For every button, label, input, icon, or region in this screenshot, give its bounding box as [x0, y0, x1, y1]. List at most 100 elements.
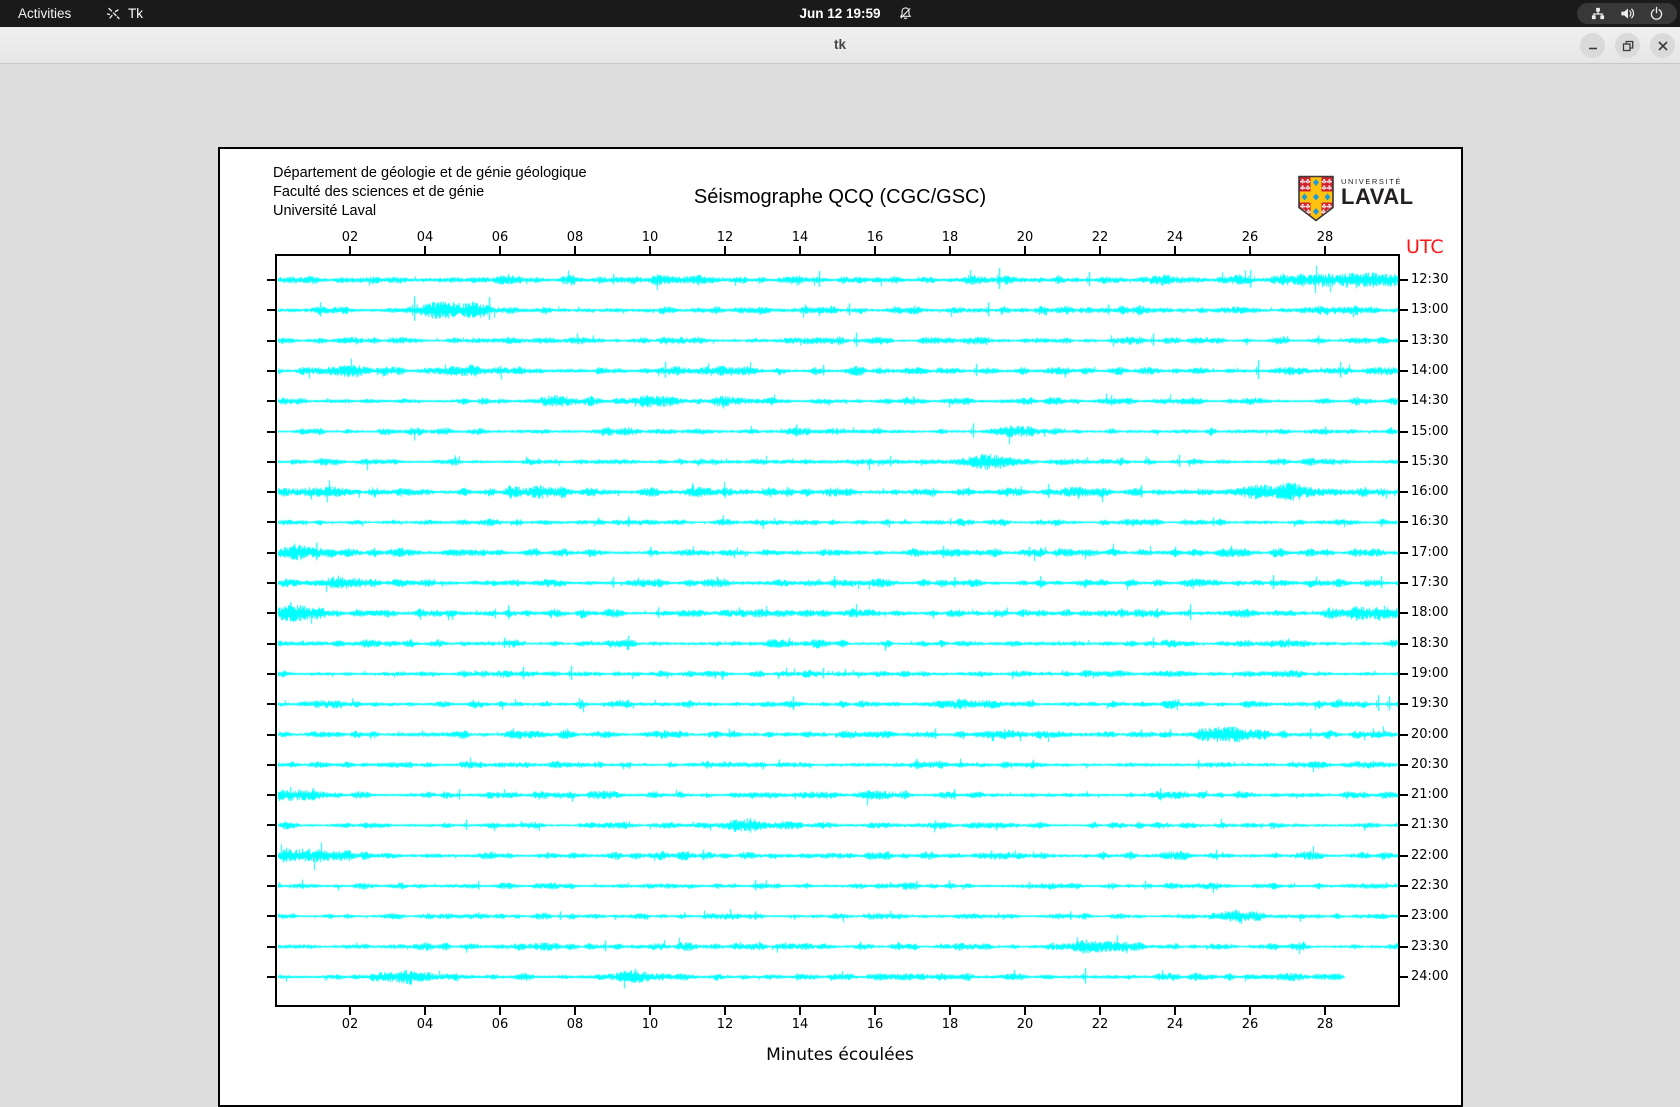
row-tick-left: [267, 339, 275, 342]
restore-icon: [1622, 40, 1633, 51]
x-tick-label-bottom: 16: [866, 1017, 884, 1032]
row-time-label: 22:00: [1411, 847, 1449, 863]
x-tick-label-bottom: 12: [716, 1017, 734, 1032]
laval-wordmark-large: LAVAL: [1341, 184, 1414, 209]
tk-icon: [106, 7, 120, 20]
window-titlebar[interactable]: tk: [0, 27, 1680, 64]
seismogram-traces: [275, 254, 1400, 1007]
clock[interactable]: Jun 12 19:59: [799, 0, 880, 27]
row-tick-left: [267, 612, 275, 615]
row-time-label: 21:30: [1411, 817, 1449, 833]
row-tick-right: [1400, 915, 1408, 918]
row-tick-left: [267, 885, 275, 887]
department-header: Département de géologie et de génie géol…: [273, 164, 587, 221]
row-time-label: 19:30: [1411, 696, 1449, 712]
x-tick-label-bottom: 26: [1241, 1017, 1259, 1032]
row-time-label: 17:30: [1411, 575, 1449, 590]
x-tick-top: [949, 246, 951, 254]
row-time-label: 15:30: [1411, 453, 1449, 469]
x-tick-top: [649, 246, 651, 254]
x-tick-label-top: 22: [1091, 230, 1109, 245]
row-time-label: 15:00: [1411, 423, 1449, 439]
row-tick-left: [267, 491, 275, 494]
laval-shield-icon: [1298, 175, 1334, 222]
row-tick-left: [267, 794, 275, 797]
header-line-1: Département de géologie et de génie géol…: [273, 165, 587, 181]
x-axis-title: Minutes écoulées: [766, 1045, 914, 1065]
x-tick-bottom: [724, 1007, 726, 1015]
x-tick-bottom: [949, 1007, 951, 1015]
x-tick-top: [1249, 246, 1251, 254]
row-time-label: 18:00: [1411, 605, 1449, 621]
x-tick-bottom: [424, 1007, 426, 1015]
row-tick-left: [267, 672, 275, 675]
row-time-label: 24:00: [1411, 968, 1449, 984]
x-tick-bottom: [1099, 1007, 1101, 1015]
row-tick-right: [1400, 763, 1408, 766]
system-tray[interactable]: [1577, 3, 1677, 24]
row-tick-left: [267, 642, 275, 645]
activities-button[interactable]: Activities: [18, 0, 71, 27]
x-tick-label-bottom: 14: [791, 1017, 809, 1032]
x-tick-label-top: 14: [791, 230, 809, 245]
row-tick-left: [267, 369, 275, 372]
row-time-label: 19:00: [1411, 665, 1449, 681]
maximize-button[interactable]: [1615, 33, 1640, 58]
gnome-top-bar: Activities Tk Jun 12 19:59: [0, 0, 1680, 27]
row-tick-right: [1400, 975, 1408, 978]
header-line-3: Université Laval: [273, 203, 377, 219]
row-tick-left: [267, 703, 275, 706]
universite-laval-logo: UNIVERSITÉ LAVAL: [1297, 174, 1414, 223]
row-tick-right: [1400, 400, 1408, 403]
utc-label: UTC: [1406, 236, 1444, 258]
row-tick-right: [1400, 794, 1408, 797]
x-tick-top: [349, 246, 351, 254]
network-wired-icon: [1591, 7, 1605, 20]
row-time-label: 14:30: [1411, 393, 1449, 409]
row-tick-right: [1400, 824, 1408, 827]
row-tick-left: [267, 945, 275, 948]
row-time-label: 20:30: [1411, 756, 1449, 772]
row-time-label: 18:30: [1411, 635, 1449, 651]
x-tick-top: [574, 246, 576, 254]
app-menu-tk[interactable]: Tk: [106, 0, 143, 27]
row-time-label: 22:30: [1411, 878, 1449, 893]
x-tick-top: [499, 246, 501, 254]
row-tick-right: [1400, 491, 1408, 494]
row-tick-left: [267, 824, 275, 827]
x-tick-label-top: 08: [566, 230, 584, 245]
row-tick-right: [1400, 612, 1408, 615]
x-tick-label-top: 12: [716, 230, 734, 245]
row-time-label: 21:00: [1411, 787, 1449, 803]
x-tick-top: [724, 246, 726, 254]
header-line-2: Faculté des sciences et de génie: [273, 184, 485, 200]
row-time-label: 12:30: [1411, 272, 1449, 287]
x-tick-bottom: [1324, 1007, 1326, 1015]
row-tick-right: [1400, 582, 1408, 584]
x-tick-top: [1024, 246, 1026, 254]
x-tick-top: [1324, 246, 1326, 254]
desktop: Activities Tk Jun 12 19:59 tk Départemen…: [0, 0, 1680, 1107]
row-tick-left: [267, 400, 275, 403]
row-time-label: 23:30: [1411, 938, 1449, 954]
x-tick-bottom: [1174, 1007, 1176, 1015]
row-tick-left: [267, 430, 275, 433]
x-tick-label-bottom: 10: [641, 1017, 659, 1032]
row-tick-left: [267, 521, 275, 524]
row-time-label: 20:00: [1411, 726, 1449, 742]
row-tick-left: [267, 763, 275, 766]
row-tick-left: [267, 279, 275, 281]
x-tick-label-bottom: 20: [1016, 1017, 1034, 1032]
window-content: Département de géologie et de génie géol…: [0, 64, 1680, 1107]
volume-icon: [1621, 8, 1635, 19]
notifications-muted-icon: [899, 7, 912, 20]
row-tick-right: [1400, 279, 1408, 281]
x-tick-label-bottom: 24: [1166, 1017, 1184, 1032]
minimize-button[interactable]: [1580, 33, 1605, 58]
x-tick-label-top: 26: [1241, 230, 1259, 245]
close-button[interactable]: [1650, 33, 1675, 58]
x-tick-label-top: 20: [1016, 230, 1034, 245]
x-tick-label-bottom: 28: [1316, 1017, 1334, 1032]
x-tick-bottom: [499, 1007, 501, 1015]
x-tick-top: [1099, 246, 1101, 254]
